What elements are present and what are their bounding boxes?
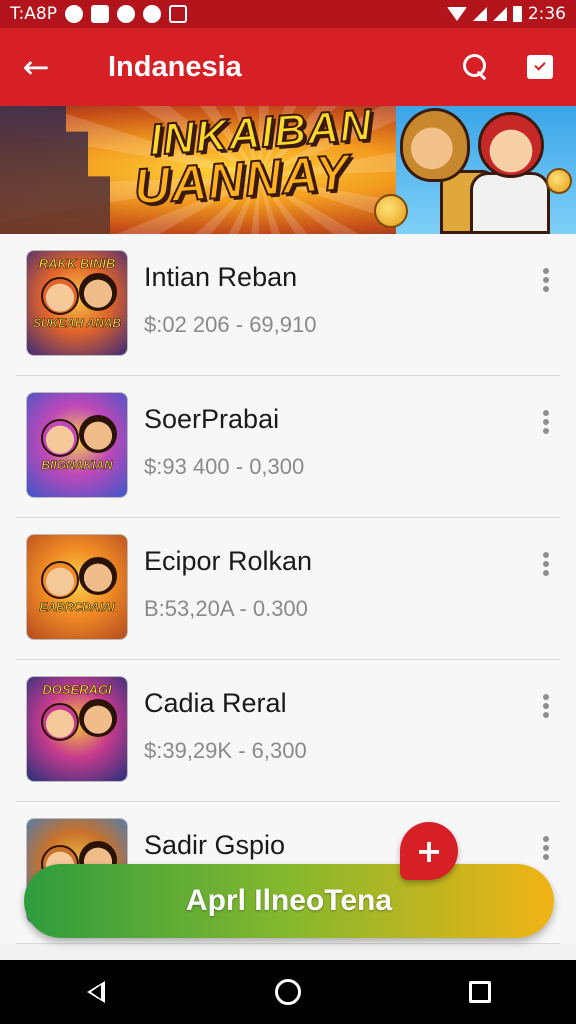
banner-hero-right-body bbox=[470, 172, 550, 234]
banner-hero-right-face bbox=[478, 112, 544, 178]
banner-hero-left-face bbox=[400, 108, 470, 182]
character-face-2 bbox=[79, 557, 117, 595]
page-title: Indanesia bbox=[108, 50, 242, 83]
search-icon bbox=[463, 54, 489, 80]
thumbnail-mid-text: EABRCDAIAI bbox=[39, 600, 115, 614]
item-title: Sadir Gspio bbox=[144, 830, 286, 860]
thumbnail-top-text: DOSERAGI bbox=[42, 682, 112, 697]
nav-recents-icon bbox=[469, 981, 491, 1003]
plus-icon: + bbox=[415, 832, 443, 870]
signal-icon-2 bbox=[492, 7, 507, 21]
game-thumbnail[interactable]: BIIGNAKIAN bbox=[26, 392, 128, 498]
coin-icon bbox=[374, 194, 408, 228]
calendar-check-icon bbox=[527, 55, 553, 79]
list-item[interactable]: BIIGNAKIAN SoerPrabai $:93 400 - 0,300 bbox=[16, 376, 560, 518]
battery-icon bbox=[512, 6, 522, 22]
play-icon bbox=[116, 5, 135, 23]
item-price-range: $:93 400 - 0,300 bbox=[144, 454, 305, 479]
image-icon bbox=[168, 5, 187, 23]
primary-cta-button[interactable]: Aprl IlneoTena bbox=[24, 864, 554, 938]
thumbnail-mid-text: SUKEAH ANAB bbox=[32, 316, 122, 330]
more-vert-icon[interactable] bbox=[536, 410, 556, 434]
calendar-button[interactable] bbox=[504, 28, 576, 106]
thumbnail-top-text: RAKK BINIB bbox=[38, 256, 116, 271]
more-vert-icon[interactable] bbox=[536, 268, 556, 292]
nav-recents-button[interactable] bbox=[450, 962, 510, 1022]
game-thumbnail[interactable]: RAKK BINIB SUKEAH ANAB bbox=[26, 250, 128, 356]
list-item[interactable]: DOSERAGI Cadia Reral $:39,29K - 6,300 bbox=[16, 660, 560, 802]
character-face-2 bbox=[79, 415, 117, 453]
add-fab-button[interactable]: + bbox=[400, 822, 458, 880]
back-button[interactable]: ← bbox=[0, 28, 72, 106]
list-item[interactable]: RAKK BINIB SUKEAH ANAB Intian Reban $:02 20… bbox=[16, 234, 560, 376]
nav-back-button[interactable] bbox=[66, 962, 126, 1022]
item-title: Cadia Reral bbox=[144, 688, 287, 718]
character-face bbox=[41, 277, 79, 315]
item-price-range: $:02 206 - 69,910 bbox=[144, 312, 317, 337]
list-item[interactable]: EABRCDAIAI Ecipor Rolkan B:53,20A - 0.300 bbox=[16, 518, 560, 660]
more-vert-icon[interactable] bbox=[536, 694, 556, 718]
nav-back-icon bbox=[87, 981, 105, 1003]
signal-icon bbox=[472, 7, 487, 21]
item-price-range: $:39,29K - 6,300 bbox=[144, 738, 307, 763]
game-thumbnail[interactable]: DOSERAGI bbox=[26, 676, 128, 782]
more-vert-icon[interactable] bbox=[536, 836, 556, 860]
coin-icon-2 bbox=[546, 168, 572, 194]
system-nav-bar bbox=[0, 960, 576, 1024]
item-price-range: B:53,20A - 0.300 bbox=[144, 596, 308, 621]
game-thumbnail[interactable]: EABRCDAIAI bbox=[26, 534, 128, 640]
message-icon bbox=[90, 5, 109, 23]
thumbnail-mid-text: BIIGNAKIAN bbox=[41, 458, 113, 472]
item-title: Ecipor Rolkan bbox=[144, 546, 313, 576]
item-title: Intian Reban bbox=[144, 262, 298, 292]
character-face-2 bbox=[79, 699, 117, 737]
wifi-icon bbox=[446, 7, 467, 21]
nav-home-button[interactable] bbox=[258, 962, 318, 1022]
game-list: RAKK BINIB SUKEAH ANAB Intian Reban $:02 20… bbox=[0, 234, 576, 944]
nav-home-icon bbox=[275, 979, 301, 1005]
character-face-2 bbox=[79, 273, 117, 311]
status-bar: T:A8P 2:36 bbox=[0, 0, 576, 28]
notification-icon bbox=[64, 5, 83, 23]
item-title: SoerPrabai bbox=[144, 404, 280, 434]
character-face bbox=[41, 703, 79, 741]
arrow-left-icon: ← bbox=[22, 48, 50, 86]
gear-icon bbox=[142, 5, 161, 23]
status-time: 2:36 bbox=[527, 4, 566, 24]
search-button[interactable] bbox=[448, 28, 504, 106]
character-face bbox=[41, 419, 79, 457]
more-vert-icon[interactable] bbox=[536, 552, 556, 576]
app-bar: ← Indanesia bbox=[0, 28, 576, 106]
status-carrier-text: T:A8P bbox=[10, 4, 57, 24]
character-face bbox=[41, 561, 79, 599]
